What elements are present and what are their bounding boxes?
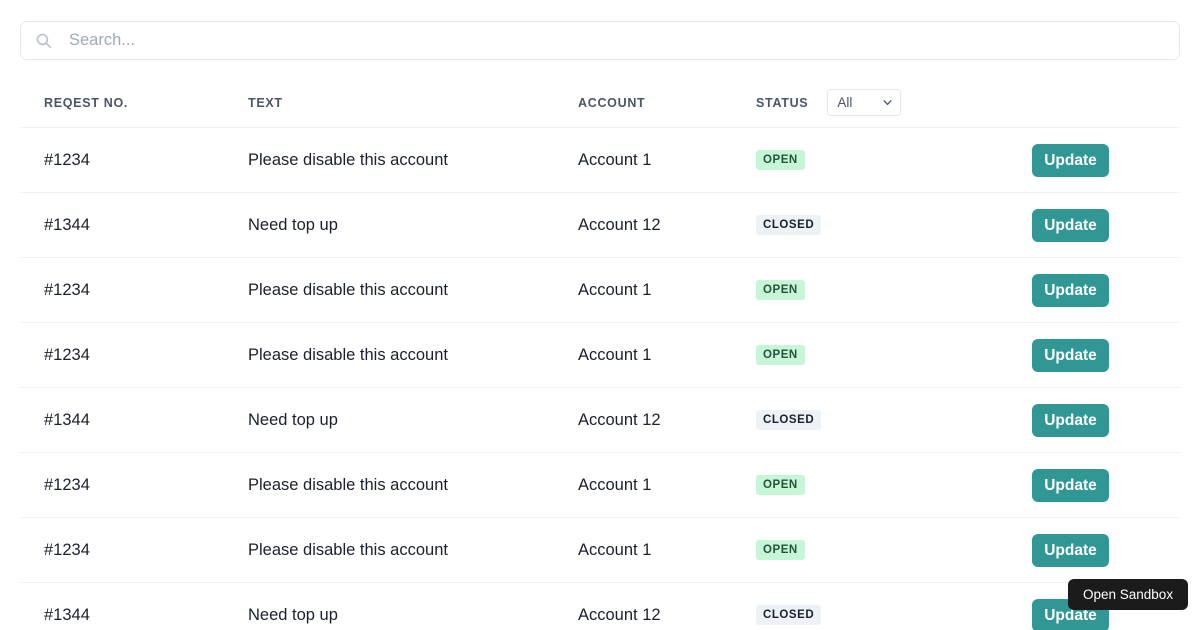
status-badge: OPEN — [756, 149, 805, 171]
table-row: #1234 Please disable this account Account … — [20, 453, 1180, 518]
cell-account: Account 1 — [578, 540, 652, 559]
cell-request-no: #1234 — [44, 345, 90, 364]
update-button[interactable]: Update — [1032, 143, 1109, 177]
page-root: REQEST NO. TEXT ACCOUNT STATUS All #1234… — [0, 0, 1200, 630]
cell-account: Account 12 — [578, 605, 661, 624]
table-row: #1234 Please disable this account Account … — [20, 128, 1180, 193]
cell-account: Account 1 — [578, 280, 652, 299]
cell-text: Please disable this account — [248, 475, 448, 494]
table-row: #1344 Need top up Account 12 CLOSED Update — [20, 388, 1180, 453]
cell-status: CLOSED — [756, 409, 1032, 431]
cell-text: Need top up — [248, 215, 338, 234]
open-sandbox-button[interactable]: Open Sandbox — [1068, 579, 1189, 610]
cell-request-no: #1234 — [44, 280, 90, 299]
status-badge: OPEN — [756, 279, 805, 301]
status-filter-value: All — [837, 95, 853, 110]
cell-status: OPEN — [756, 279, 1032, 301]
status-badge: CLOSED — [756, 604, 822, 626]
cell-status: OPEN — [756, 539, 1032, 561]
cell-account: Account 1 — [578, 475, 652, 494]
search-bar[interactable] — [20, 21, 1180, 60]
status-badge: OPEN — [756, 344, 805, 366]
table-row: #1234 Please disable this account Account … — [20, 323, 1180, 388]
column-header-request-no: REQEST NO. — [44, 95, 129, 110]
table-row: #1344 Need top up Account 12 CLOSED Update — [20, 583, 1180, 630]
cell-status: OPEN — [756, 149, 1032, 171]
cell-account: Account 1 — [578, 345, 652, 364]
status-filter-select[interactable]: All — [827, 89, 902, 116]
cell-request-no: #1234 — [44, 540, 90, 559]
column-header-account: ACCOUNT — [578, 95, 646, 110]
update-button[interactable]: Update — [1032, 208, 1109, 242]
cell-request-no: #1344 — [44, 215, 90, 234]
chevron-down-icon — [883, 100, 892, 106]
cell-action: Update — [1032, 533, 1180, 567]
cell-status: CLOSED — [756, 604, 1032, 626]
update-button[interactable]: Update — [1032, 273, 1109, 307]
table-body: #1234 Please disable this account Account … — [20, 128, 1180, 630]
status-badge: CLOSED — [756, 214, 822, 236]
cell-request-no: #1344 — [44, 605, 90, 624]
cell-request-no: #1344 — [44, 410, 90, 429]
column-header-status-group: STATUS All — [756, 89, 1032, 116]
column-header-text: TEXT — [248, 95, 283, 110]
table-row: #1344 Need top up Account 12 CLOSED Update — [20, 193, 1180, 258]
update-button[interactable]: Update — [1032, 338, 1109, 372]
cell-status: CLOSED — [756, 214, 1032, 236]
column-header-status: STATUS — [756, 95, 809, 110]
search-input[interactable] — [69, 22, 1165, 59]
table-row: #1234 Please disable this account Account … — [20, 258, 1180, 323]
cell-status: OPEN — [756, 344, 1032, 366]
cell-account: Account 12 — [578, 215, 661, 234]
cell-text: Please disable this account — [248, 280, 448, 299]
cell-action: Update — [1032, 403, 1180, 437]
table-header-row: REQEST NO. TEXT ACCOUNT STATUS All — [20, 78, 1180, 128]
cell-action: Update — [1032, 273, 1180, 307]
status-badge: OPEN — [756, 539, 805, 561]
cell-action: Update — [1032, 208, 1180, 242]
cell-action: Update — [1032, 468, 1180, 502]
cell-text: Please disable this account — [248, 150, 448, 169]
update-button[interactable]: Update — [1032, 403, 1109, 437]
update-button[interactable]: Update — [1032, 533, 1109, 567]
cell-text: Please disable this account — [248, 540, 448, 559]
update-button[interactable]: Update — [1032, 468, 1109, 502]
cell-action: Update — [1032, 338, 1180, 372]
status-badge: OPEN — [756, 474, 805, 496]
search-icon — [36, 33, 52, 49]
requests-table: REQEST NO. TEXT ACCOUNT STATUS All #1234… — [20, 78, 1180, 630]
cell-action: Update — [1032, 143, 1180, 177]
table-row: #1234 Please disable this account Account … — [20, 518, 1180, 583]
cell-account: Account 1 — [578, 150, 652, 169]
cell-text: Please disable this account — [248, 345, 448, 364]
cell-request-no: #1234 — [44, 475, 90, 494]
cell-status: OPEN — [756, 474, 1032, 496]
cell-text: Need top up — [248, 605, 338, 624]
status-badge: CLOSED — [756, 409, 822, 431]
cell-text: Need top up — [248, 410, 338, 429]
cell-request-no: #1234 — [44, 150, 90, 169]
cell-account: Account 12 — [578, 410, 661, 429]
